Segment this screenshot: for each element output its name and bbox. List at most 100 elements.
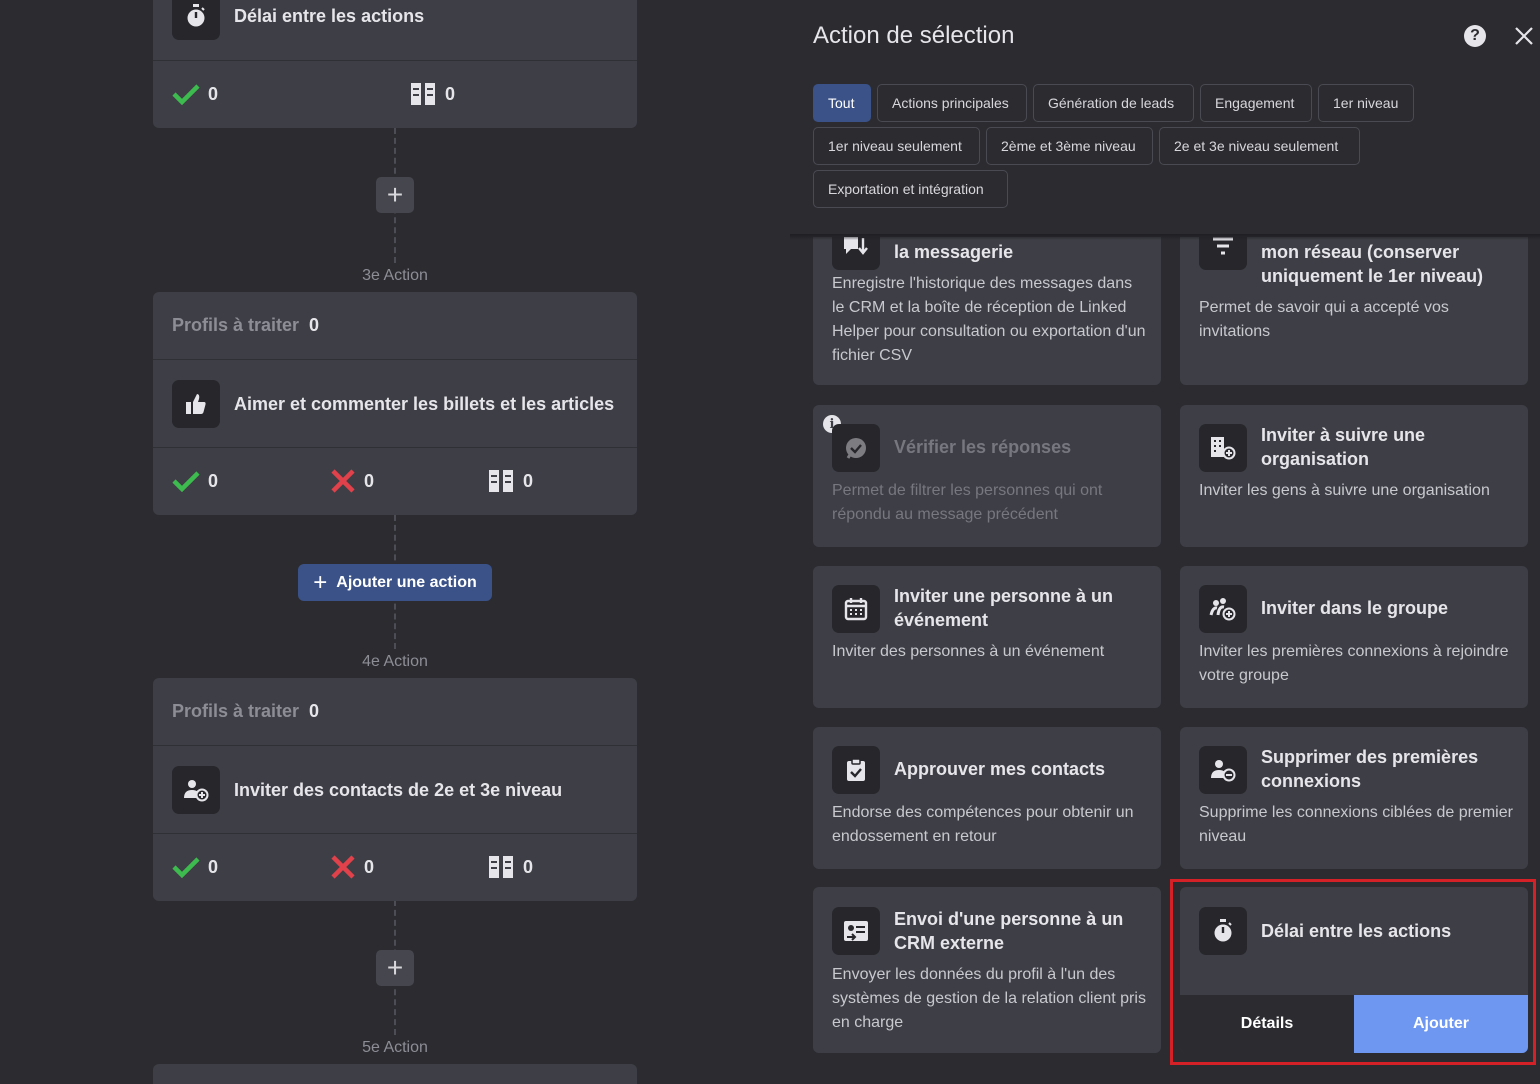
failed-stat: 0 — [330, 469, 487, 493]
action-card-check-replies[interactable]: i Vérifier les réponses Permet de filtre… — [813, 405, 1161, 547]
workflow-card-like-comment[interactable]: Profils à traiter 0 Aimer et commenter l… — [153, 292, 637, 515]
failed-count: 0 — [364, 856, 375, 877]
skip-flag-icon — [411, 83, 435, 105]
profiles-count: 0 — [309, 315, 320, 335]
profiles-label: Profils à traiter — [172, 315, 300, 335]
clipboard-check-icon — [832, 746, 880, 794]
card-title: Supprimer des premières connexions — [1261, 747, 1479, 791]
action-row[interactable]: Délai entre les actions — [153, 0, 637, 60]
card-description: Envoyer les données du profil à l'un des… — [832, 966, 1146, 1031]
check-icon — [172, 471, 200, 492]
action-card-remove-connections[interactable]: Supprimer des premières connexions Suppr… — [1180, 727, 1528, 869]
filter-chip-second-third-only[interactable]: 2e et 3e niveau seulement — [1159, 127, 1360, 165]
add-action-label: Ajouter une action — [336, 573, 477, 591]
skip-flag-icon — [489, 470, 513, 492]
action-title: Délai entre les actions — [234, 6, 425, 26]
stats-row: 0 0 0 — [153, 833, 637, 900]
filter-chip-main-actions[interactable]: Actions principales — [877, 84, 1027, 122]
skipped-stat: 0 — [487, 854, 533, 880]
success-stat: 0 — [172, 83, 409, 105]
action-card-send-to-crm[interactable]: Envoi d'une personne à un CRM externe En… — [813, 887, 1161, 1053]
profiles-label: Profils à traiter — [172, 701, 300, 721]
filter-chip-all[interactable]: Tout — [813, 84, 871, 122]
crm-export-icon — [832, 907, 880, 955]
card-description: Inviter les gens à suivre une organisati… — [1199, 482, 1490, 499]
success-count: 0 — [208, 856, 219, 877]
profiles-to-process: Profils à traiter 0 — [153, 292, 637, 359]
add-action-button[interactable]: + Ajouter une action — [298, 564, 492, 601]
action-card-invite-group[interactable]: Inviter dans le groupe Inviter les premi… — [1180, 566, 1528, 708]
profiles-to-process: Profils à traiter 0 — [153, 678, 637, 745]
card-title: Envoi d'une personne à un CRM externe — [894, 909, 1124, 953]
close-icon[interactable] — [1512, 24, 1536, 48]
profiles-count: 0 — [309, 701, 320, 721]
success-stat: 0 — [172, 856, 330, 878]
card-description: Enregistre l'historique des messages dan… — [832, 275, 1146, 364]
skipped-stat: 0 — [409, 81, 455, 107]
skipped-count: 0 — [445, 83, 456, 104]
card-description: Supprime les connexions ciblées de premi… — [1199, 804, 1513, 845]
action-number-label: 3e Action — [300, 265, 490, 287]
filter-chip-first-level[interactable]: 1er niveau — [1318, 84, 1414, 122]
action-card-follow-organization[interactable]: Inviter à suivre une organisation Invite… — [1180, 405, 1528, 547]
stats-row: 0 0 0 — [153, 447, 637, 514]
filter-chip-lead-generation[interactable]: Génération de leads — [1033, 84, 1194, 122]
skipped-count: 0 — [523, 856, 534, 877]
card-title: Vérifier les réponses — [894, 437, 1072, 457]
calendar-icon — [832, 585, 880, 633]
stopwatch-icon — [172, 0, 220, 40]
filter-icon — [1199, 237, 1247, 270]
card-description: Permet de filtrer les personnes qui ont … — [832, 482, 1103, 523]
check-icon — [172, 857, 200, 878]
workflow-card-invite-contacts[interactable]: Profils à traiter 0 Inviter des contacts… — [153, 678, 637, 901]
action-card-network-filter[interactable]: mon réseau (conserver uniquement le 1er … — [1180, 237, 1528, 385]
user-add-icon — [172, 765, 220, 814]
chat-check-icon — [832, 424, 880, 472]
filter-chip-engagement[interactable]: Engagement — [1200, 84, 1312, 122]
action-card-endorse-contacts[interactable]: Approuver mes contacts Endorse des compé… — [813, 727, 1161, 869]
card-description: Endorse des compétences pour obtenir un … — [832, 804, 1134, 845]
card-description: Inviter les premières connexions à rejoi… — [1199, 643, 1509, 684]
failed-count: 0 — [364, 470, 375, 491]
stats-row: 0 0 — [153, 60, 637, 127]
action-number-label: 4e Action — [300, 651, 490, 673]
card-title: Approuver mes contacts — [894, 759, 1106, 779]
filter-chip-export-integration[interactable]: Exportation et intégration — [813, 170, 1008, 208]
filter-chip-first-level-only[interactable]: 1er niveau seulement — [813, 127, 980, 165]
action-title: Inviter des contacts de 2e et 3e niveau — [234, 779, 563, 800]
user-remove-icon — [1199, 746, 1247, 794]
skipped-stat: 0 — [487, 468, 533, 494]
plus-icon: + — [313, 568, 328, 596]
card-description: Permet de savoir qui a accepté vos invit… — [1199, 299, 1449, 340]
workflow-canvas: Délai entre les actions 0 0 + 3e Action … — [0, 0, 790, 1084]
skip-flag-icon — [489, 856, 513, 878]
success-count: 0 — [208, 83, 219, 104]
workflow-card-delay[interactable]: Délai entre les actions 0 0 — [153, 0, 637, 128]
workflow-card-next[interactable] — [153, 1064, 637, 1084]
building-add-icon — [1199, 424, 1247, 472]
cross-icon — [331, 855, 355, 879]
card-title: Inviter à suivre une organisation — [1261, 425, 1426, 469]
action-number-label: 5e Action — [300, 1037, 490, 1059]
action-row[interactable]: Aimer et commenter les billets et les ar… — [153, 359, 637, 447]
thumbs-up-icon — [172, 379, 220, 428]
cross-icon — [331, 469, 355, 493]
skipped-count: 0 — [523, 470, 534, 491]
check-icon — [172, 84, 200, 105]
filter-chip-second-third-level[interactable]: 2ème et 3ème niveau — [986, 127, 1153, 165]
card-title: la messagerie — [894, 242, 1014, 262]
card-description: Inviter des personnes à un événement — [832, 643, 1105, 660]
action-row[interactable]: Inviter des contacts de 2e et 3e niveau — [153, 745, 637, 833]
success-count: 0 — [208, 470, 219, 491]
filter-divider — [790, 234, 1540, 240]
messages-sync-icon — [832, 237, 880, 270]
card-title: Inviter dans le groupe — [1261, 598, 1449, 618]
action-card-messaging-sync[interactable]: la messagerie Enregistre l'historique de… — [813, 237, 1161, 385]
action-card-invite-event[interactable]: Inviter une personne à un événement Invi… — [813, 566, 1161, 708]
selection-highlight — [1170, 879, 1536, 1065]
failed-stat: 0 — [330, 855, 487, 879]
success-stat: 0 — [172, 470, 330, 492]
help-icon[interactable]: ? — [1464, 25, 1486, 47]
add-step-button[interactable]: + — [376, 950, 414, 986]
add-step-button[interactable]: + — [376, 177, 414, 213]
